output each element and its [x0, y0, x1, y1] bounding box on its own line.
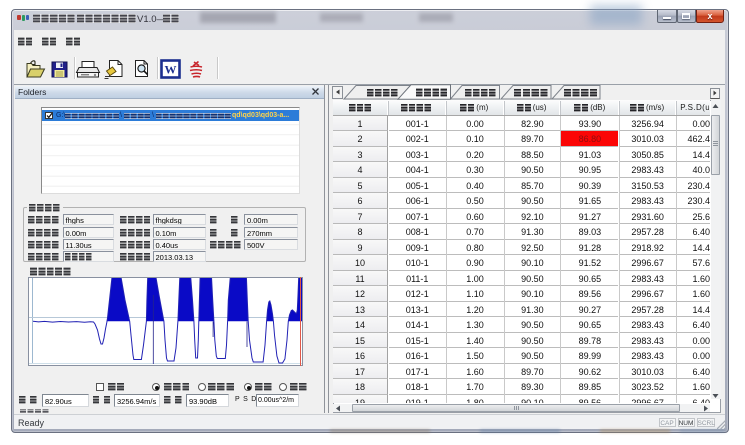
svg-text:W: W [165, 63, 177, 77]
